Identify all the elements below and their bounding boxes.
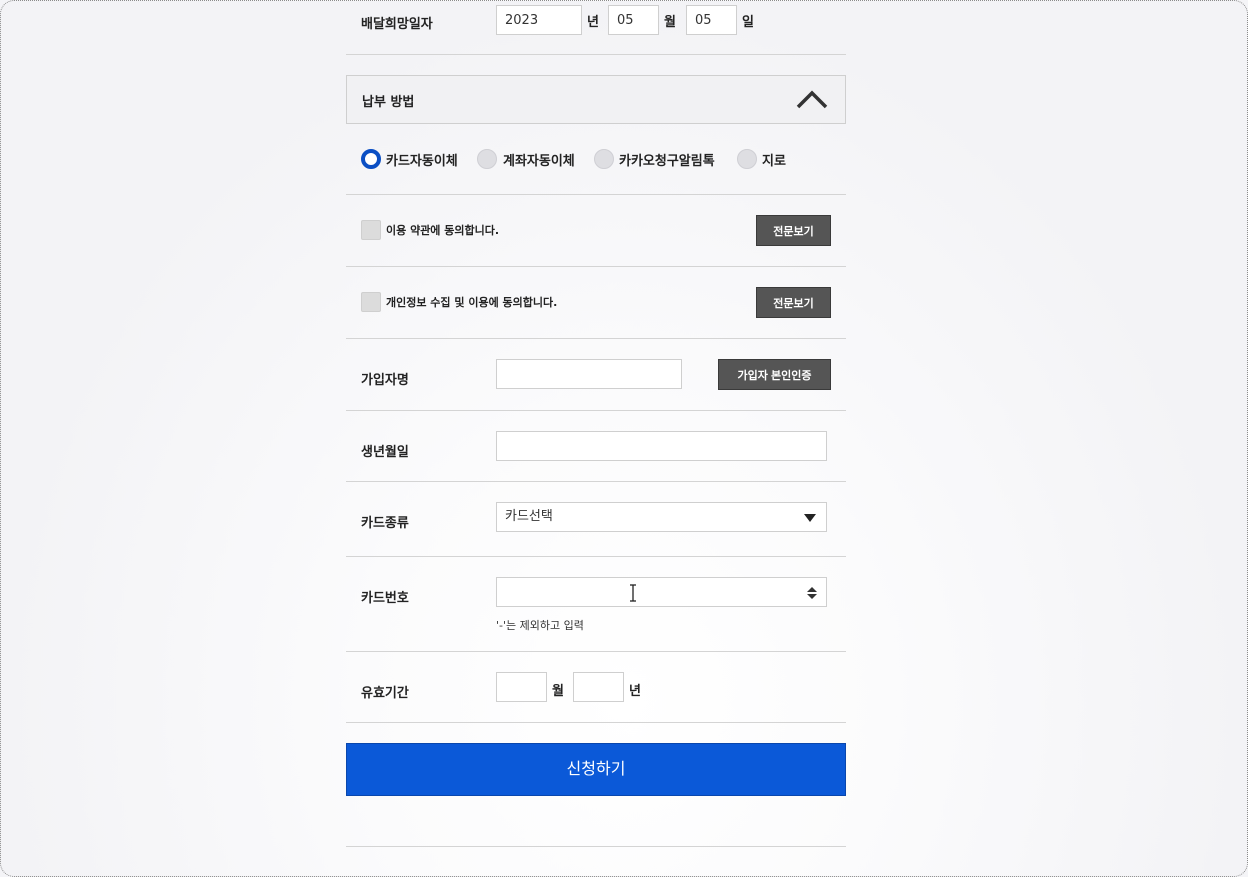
expiry-label: 유효기간: [361, 686, 409, 701]
radio-label-account-autopay[interactable]: 계좌자동이체: [503, 150, 575, 169]
radio-label-card-autopay[interactable]: 카드자동이체: [386, 150, 458, 169]
terms-agreement-text: 이용 약관에 동의합니다.: [386, 224, 500, 237]
payment-method-options: 카드자동이체 계좌자동이체 카카오청구알림톡 지로: [346, 124, 846, 195]
terms-checkbox[interactable]: [361, 220, 381, 240]
delivery-date-row: 배달희망일자 년 월 일: [346, 1, 846, 55]
expiry-month-unit: 월: [552, 684, 564, 699]
expiry-year-input[interactable]: [573, 672, 624, 702]
radio-account-autopay[interactable]: [477, 149, 497, 169]
submit-button[interactable]: 신청하기: [346, 743, 846, 796]
radio-label-kakao-notice[interactable]: 카카오청구알림톡: [619, 150, 715, 169]
delivery-date-label: 배달희망일자: [361, 17, 433, 32]
month-unit: 월: [664, 15, 676, 30]
subscriber-name-input[interactable]: [496, 359, 682, 389]
radio-card-autopay[interactable]: [361, 149, 381, 169]
privacy-view-full-button[interactable]: 전문보기: [756, 287, 831, 318]
radio-kakao-notice[interactable]: [594, 149, 614, 169]
delivery-day-input[interactable]: [686, 5, 737, 35]
identity-verify-button[interactable]: 가입자 본인인증: [718, 359, 831, 390]
subscriber-name-label: 가입자명: [361, 373, 409, 388]
year-unit: 년: [587, 15, 599, 30]
subscriber-name-row: 가입자명 가입자 본인인증: [346, 339, 846, 411]
delivery-month-input[interactable]: [608, 5, 659, 35]
chevron-up-icon[interactable]: [796, 89, 828, 109]
radio-giro[interactable]: [737, 149, 757, 169]
card-number-label: 카드번호: [361, 591, 409, 606]
card-type-label: 카드종류: [361, 516, 409, 531]
expiry-row: 유효기간 월 년: [346, 652, 846, 723]
card-number-input[interactable]: [496, 577, 827, 607]
birthdate-input[interactable]: [496, 431, 827, 461]
expiry-year-unit: 년: [629, 684, 641, 699]
caret-down-icon: [804, 514, 816, 522]
privacy-checkbox[interactable]: [361, 292, 381, 312]
expiry-month-input[interactable]: [496, 672, 547, 702]
card-number-hint: '-'는 제외하고 입력: [496, 619, 584, 632]
radio-label-giro[interactable]: 지로: [762, 150, 786, 169]
card-type-row: 카드종류 카드선택: [346, 482, 846, 557]
subscription-form: 배달희망일자 년 월 일 납부 방법 카드자동이체 계좌자동이체 카카오청구알림…: [346, 1, 846, 847]
privacy-agreement-row: 개인정보 수집 및 이용에 동의합니다. 전문보기: [346, 267, 846, 339]
privacy-agreement-text: 개인정보 수집 및 이용에 동의합니다.: [386, 296, 558, 309]
card-number-row: 카드번호 '-'는 제외하고 입력: [346, 557, 846, 652]
card-type-selected-value: 카드선택: [505, 509, 553, 524]
bottom-divider: [346, 846, 846, 847]
terms-agreement-row: 이용 약관에 동의합니다. 전문보기: [346, 195, 846, 267]
birthdate-label: 생년월일: [361, 445, 409, 460]
page-frame: 배달희망일자 년 월 일 납부 방법 카드자동이체 계좌자동이체 카카오청구알림…: [0, 0, 1248, 877]
payment-method-header[interactable]: 납부 방법: [346, 75, 846, 124]
payment-method-title: 납부 방법: [362, 95, 415, 110]
text-cursor-icon: [630, 584, 636, 602]
birthdate-row: 생년월일: [346, 411, 846, 482]
delivery-year-input[interactable]: [496, 5, 582, 35]
number-spinner-icon[interactable]: [806, 586, 818, 600]
day-unit: 일: [742, 15, 754, 30]
terms-view-full-button[interactable]: 전문보기: [756, 215, 831, 246]
card-type-select[interactable]: 카드선택: [496, 502, 827, 532]
